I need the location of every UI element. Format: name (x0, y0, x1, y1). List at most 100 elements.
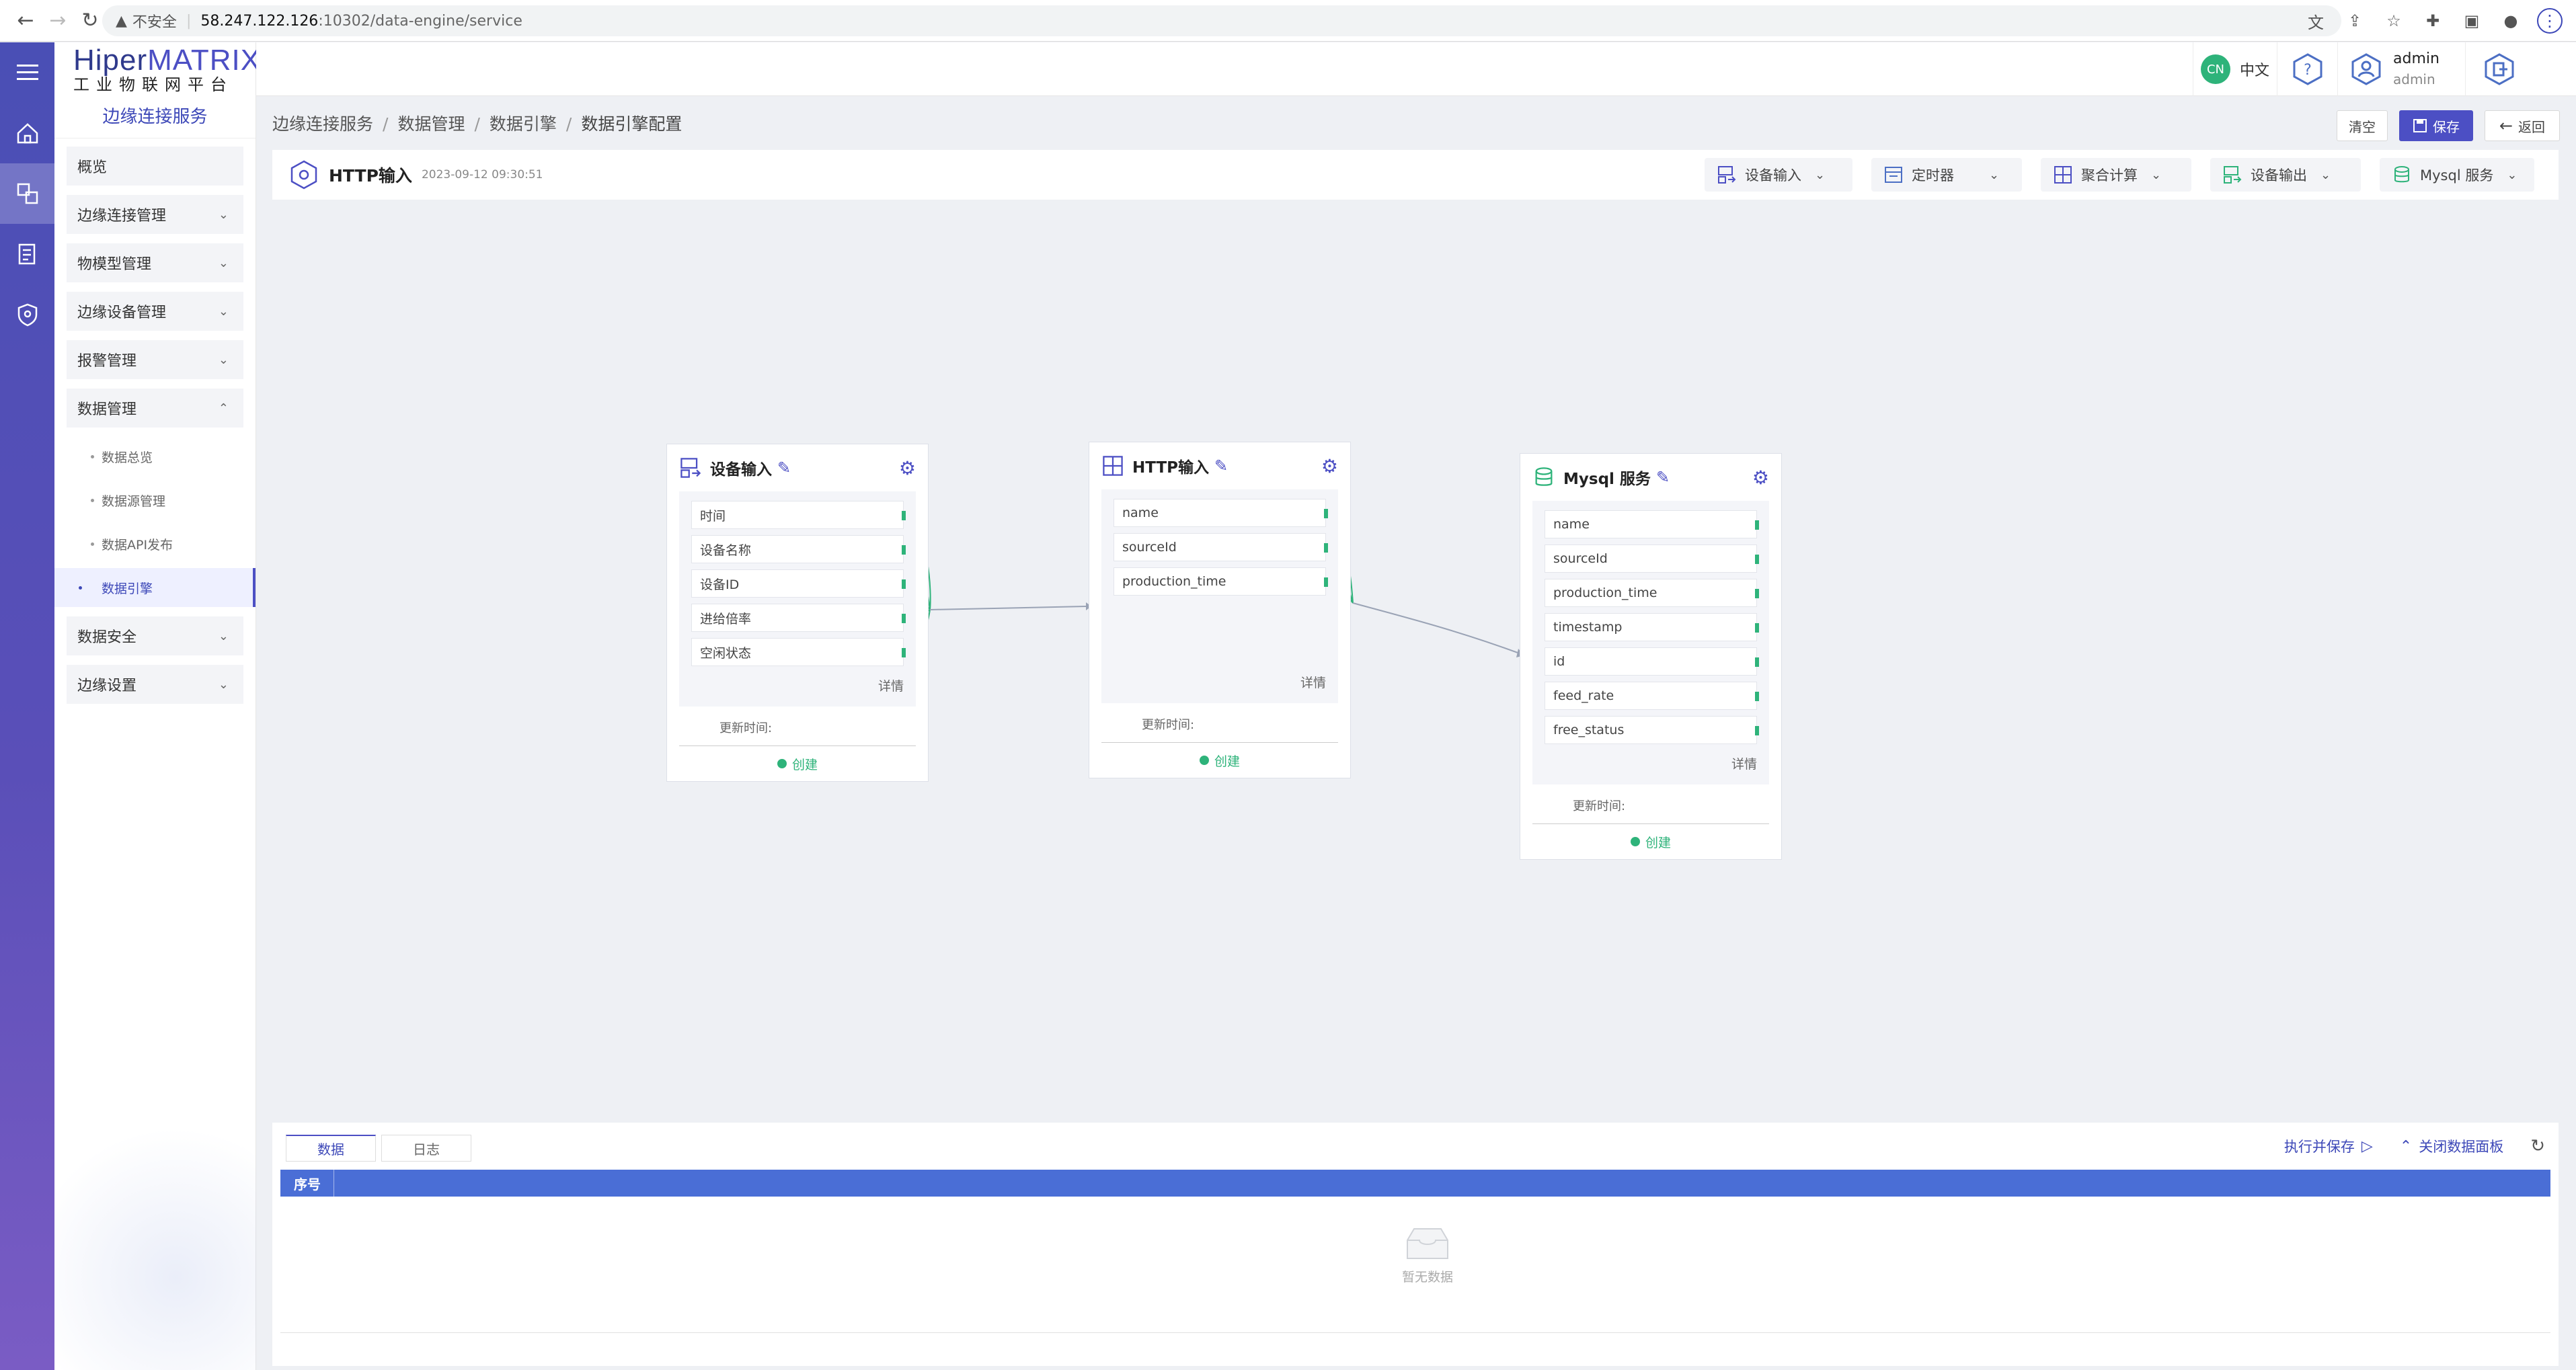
user-menu[interactable]: admin admin (2337, 42, 2465, 96)
field-item[interactable]: name (1545, 510, 1759, 538)
tool-aggregate[interactable]: 聚合计算 ⌄ (2041, 158, 2191, 192)
input-port[interactable] (1755, 726, 1759, 735)
insecure-label: 不安全 (132, 14, 177, 31)
sidebar-item-thing-model[interactable]: 物模型管理 ⌄ (67, 243, 243, 282)
tool-device-input[interactable]: 设备输入 ⌄ (1705, 158, 1852, 192)
output-port[interactable] (902, 614, 906, 623)
sidebar-item-edge-connection[interactable]: 边缘连接管理 ⌄ (67, 195, 243, 234)
rail-documents[interactable] (0, 224, 54, 284)
gear-icon[interactable]: ⚙ (899, 457, 916, 479)
node-device-input[interactable]: 设备输入 ✎ ⚙ 时间 设备名称 设备ID 进给倍率 空闲状态 详情 更新时间:… (666, 444, 929, 782)
tool-timer[interactable]: 定时器 ⌄ (1871, 158, 2022, 192)
sidepanel-icon[interactable]: ▣ (2459, 8, 2485, 34)
sidebar-subitem-data-source[interactable]: 数据源管理 (67, 481, 243, 520)
breadcrumb-item[interactable]: 数据管理 (397, 114, 465, 134)
edit-icon[interactable]: ✎ (777, 458, 791, 477)
tab-log[interactable]: 日志 (381, 1135, 471, 1162)
logout-button[interactable] (2465, 42, 2532, 96)
refresh-icon[interactable]: ↻ (2530, 1136, 2545, 1156)
field-item[interactable]: timestamp (1545, 613, 1759, 641)
sidebar-item-data-security[interactable]: 数据安全 ⌄ (67, 616, 243, 655)
run-and-save-button[interactable]: 执行并保存 ▷ (2284, 1136, 2373, 1156)
input-port[interactable] (1755, 555, 1759, 564)
profile-icon[interactable]: ● (2498, 8, 2524, 34)
tool-label: 设备输入 (1745, 167, 1801, 184)
field-item[interactable]: name (1114, 499, 1328, 527)
detail-link[interactable]: 详情 (1114, 669, 1326, 698)
edge-service-icon (17, 183, 38, 204)
input-port[interactable] (1755, 657, 1759, 667)
field-label: free_status (1553, 723, 1625, 737)
flow-canvas[interactable]: 设备输入 ✎ ⚙ 时间 设备名称 设备ID 进给倍率 空闲状态 详情 更新时间:… (272, 200, 2559, 1114)
sidebar-item-edge-device[interactable]: 边缘设备管理 ⌄ (67, 292, 243, 331)
node-http-input[interactable]: HTTP输入 ✎ ⚙ name sourceId production_time… (1089, 442, 1351, 778)
rail-home[interactable] (0, 103, 54, 163)
field-item[interactable]: 空闲状态 (691, 638, 906, 666)
field-item[interactable]: free_status (1545, 716, 1759, 744)
input-port[interactable] (1755, 520, 1759, 530)
output-port[interactable] (1324, 509, 1328, 518)
field-item[interactable]: id (1545, 647, 1759, 676)
sidebar-item-edge-settings[interactable]: 边缘设置 ⌄ (67, 665, 243, 704)
node-mysql-service[interactable]: Mysql 服务 ✎ ⚙ name sourceId production_ti… (1520, 453, 1782, 860)
output-port[interactable] (902, 648, 906, 657)
input-port[interactable] (1755, 589, 1759, 598)
input-port[interactable] (1755, 623, 1759, 633)
edit-icon[interactable]: ✎ (1656, 468, 1670, 487)
field-item[interactable]: 设备名称 (691, 535, 906, 563)
sidebar-item-overview[interactable]: 概览 (67, 147, 243, 186)
back-arrow-icon[interactable]: ← (12, 7, 39, 34)
breadcrumb-item[interactable]: 数据引擎 (490, 114, 557, 134)
sidebar-item-alarm[interactable]: 报警管理 ⌄ (67, 340, 243, 379)
forward-arrow-icon[interactable]: → (44, 7, 71, 34)
panel-divider (280, 1332, 2550, 1333)
field-item[interactable]: feed_rate (1545, 682, 1759, 710)
clear-button[interactable]: 清空 (2337, 110, 2388, 141)
output-port[interactable] (1324, 577, 1328, 587)
menu-dots-icon[interactable]: ⋮ (2537, 8, 2563, 34)
field-item[interactable]: production_time (1114, 567, 1328, 596)
field-item[interactable]: production_time (1545, 579, 1759, 607)
input-port[interactable] (1755, 692, 1759, 701)
tool-device-output[interactable]: 设备输出 ⌄ (2210, 158, 2361, 192)
sidebar-subitem-data-engine[interactable]: 数据引擎 (54, 568, 256, 607)
rail-security[interactable] (0, 284, 54, 345)
field-item[interactable]: 时间 (691, 501, 906, 529)
address-bar[interactable]: ▲ 不安全 | 58.247.122.126:10302/data-engine… (102, 5, 2341, 36)
close-panel-button[interactable]: ⌃ 关闭数据面板 (2400, 1136, 2503, 1156)
gear-icon[interactable]: ⚙ (1752, 467, 1769, 489)
back-button[interactable]: ← 返回 (2485, 110, 2560, 141)
share-icon[interactable]: ⇪ (2342, 8, 2368, 34)
gear-icon[interactable]: ⚙ (1321, 455, 1338, 477)
breadcrumb-item[interactable]: 边缘连接服务 (272, 114, 373, 134)
sidebar-subitem-data-api[interactable]: 数据API发布 (67, 524, 243, 563)
extensions-icon[interactable]: ✚ (2420, 8, 2446, 34)
field-item[interactable]: sourceId (1545, 545, 1759, 573)
help-button[interactable]: ? (2277, 42, 2337, 96)
rail-edge-service[interactable] (0, 163, 54, 224)
detail-link[interactable]: 详情 (691, 672, 904, 701)
star-icon[interactable]: ☆ (2381, 8, 2407, 34)
sidebar-subitem-data-overview[interactable]: 数据总览 (67, 437, 243, 476)
translate-icon[interactable]: 文 (2303, 8, 2329, 34)
hamburger-menu[interactable] (0, 42, 54, 103)
data-panel: 数据 日志 执行并保存 ▷ ⌃ 关闭数据面板 ↻ 序号 暂无数据 (272, 1123, 2559, 1366)
output-port[interactable] (902, 511, 906, 520)
reload-icon[interactable]: ↻ (77, 7, 104, 34)
field-item[interactable]: sourceId (1114, 533, 1328, 561)
tool-mysql[interactable]: Mysql 服务 ⌄ (2380, 158, 2534, 192)
field-item[interactable]: 进给倍率 (691, 604, 906, 632)
output-port[interactable] (902, 545, 906, 555)
calc-icon (1103, 456, 1123, 476)
edit-icon[interactable]: ✎ (1214, 456, 1228, 475)
chevron-down-icon: ⌄ (218, 304, 229, 319)
save-button[interactable]: 保存 (2399, 110, 2473, 141)
sidebar-item-label: 物模型管理 (77, 256, 152, 273)
output-port[interactable] (1324, 543, 1328, 553)
sidebar-item-data-management[interactable]: 数据管理 ⌃ (67, 389, 243, 428)
detail-link[interactable]: 详情 (1545, 750, 1757, 779)
language-switch[interactable]: CN 中文 (2193, 42, 2277, 96)
tab-data[interactable]: 数据 (286, 1135, 376, 1162)
field-item[interactable]: 设备ID (691, 569, 906, 598)
output-port[interactable] (902, 579, 906, 589)
